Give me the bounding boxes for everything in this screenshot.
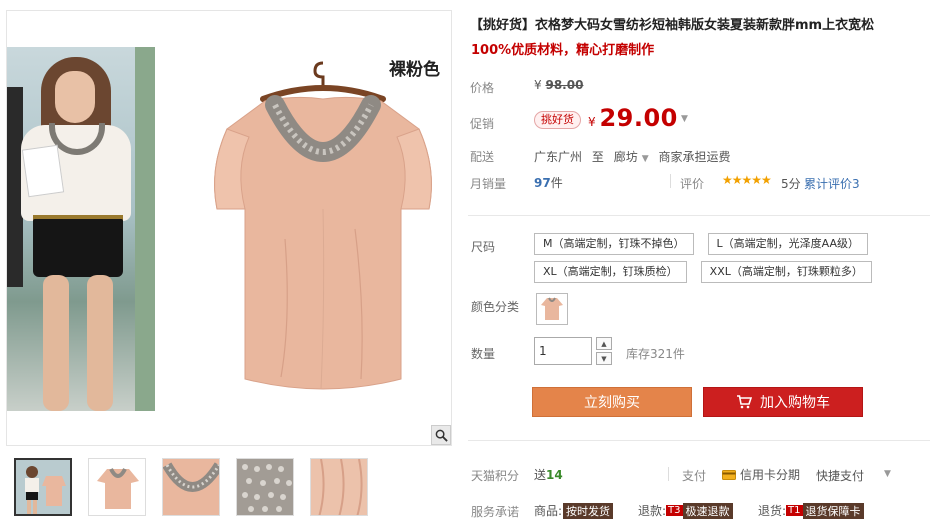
size-options: M（高端定制，钉珠不掉色） L（高端定制，光泽度AA级） XL（高端定制，钉珠质… [534, 233, 874, 283]
thumbnail-front[interactable] [88, 458, 146, 516]
size-option-m[interactable]: M（高端定制，钉珠不掉色） [534, 233, 694, 255]
ship-destination-select[interactable]: 廊坊 [614, 150, 638, 164]
chevron-down-icon[interactable]: ▼ [884, 469, 891, 479]
shipping-info: 广东广州 至 廊坊 ▼ 商家承担运费 [534, 148, 730, 165]
promo-badge: 挑好货 [534, 111, 581, 129]
service-item-return[interactable]: 退货: T1 退货保障卡 [758, 502, 864, 519]
points-value: 送14 [534, 468, 563, 482]
size-option-l[interactable]: L（高端定制，光泽度AA级） [707, 233, 868, 255]
thumbnail-beads[interactable] [236, 458, 294, 516]
ship-to-word: 至 [591, 150, 604, 164]
services-label: 服务承诺 [471, 505, 520, 519]
color-name-tag: 裸粉色 [389, 60, 440, 80]
thumbnail-model[interactable] [14, 458, 72, 516]
size-option-xl[interactable]: XL（高端定制，钉珠质检） [534, 261, 687, 283]
quantity-decrease-button[interactable]: ▼ [596, 352, 612, 365]
price-label: 价格 [470, 81, 495, 95]
zoom-button[interactable] [431, 425, 451, 445]
size-option-xxl[interactable]: XXL（高端定制，钉珠颗粒多） [700, 261, 872, 283]
color-label: 颜色分类 [471, 300, 520, 314]
thumbnail-collar[interactable] [162, 458, 220, 516]
buy-now-button[interactable]: 立刻购买 [532, 387, 692, 417]
product-title: 【挑好货】衣格梦大码女雪纺衫短袖韩版女装夏装新款胖mm上衣宽松 [470, 18, 875, 33]
payment-label: 支付 [682, 469, 707, 483]
blouse-photo [214, 61, 432, 390]
installment-link[interactable]: 信用卡分期 [722, 466, 800, 483]
service-item-ship[interactable]: 商品: 按时发货 [534, 502, 614, 519]
chevron-up-icon: ▲ [601, 339, 607, 348]
rating-score: 5分 [781, 177, 801, 191]
thumbnail-strip [14, 458, 368, 518]
chevron-down-icon: ▼ [601, 354, 607, 363]
promo-price: ¥ 29.00 [588, 104, 678, 132]
service-item-refund[interactable]: 退款: T3 极速退款 [638, 502, 733, 519]
shipping-label: 配送 [470, 150, 495, 164]
ship-fee-note: 商家承担运费 [658, 150, 731, 164]
rating-label: 评价 [680, 177, 705, 191]
quantity-input[interactable] [534, 337, 592, 365]
product-subtitle: 100%优质材料，精心打磨制作 [471, 43, 655, 58]
points-label: 天猫积分 [471, 469, 520, 483]
thumbnail-fabric[interactable] [310, 458, 368, 516]
quantity-increase-button[interactable]: ▲ [596, 337, 612, 350]
cart-icon [737, 395, 752, 409]
chevron-down-icon[interactable]: ▼ [642, 154, 649, 164]
quick-pay-link[interactable]: 快捷支付 [816, 467, 864, 484]
image-gallery: 裸粉色 [6, 10, 452, 446]
reviews-link[interactable]: 累计评价3 [804, 175, 860, 192]
color-swatch-nude-pink[interactable] [536, 293, 568, 325]
chevron-down-icon[interactable]: ▼ [681, 114, 688, 124]
sales-label: 月销量 [470, 177, 507, 191]
quantity-label: 数量 [471, 347, 496, 361]
size-label: 尺码 [471, 240, 496, 254]
magnifier-icon [435, 429, 448, 442]
model-photo [7, 47, 155, 411]
original-price: ¥ 98.00 [534, 78, 584, 92]
price-panel: 价格 ¥ 98.00 促销 挑好货 ¥ 29.00 ▼ 配送 广东广州 至 廊坊… [470, 68, 930, 206]
rating-stars: ★★★★★ [722, 173, 772, 187]
credit-card-icon [722, 469, 736, 480]
add-to-cart-button[interactable]: 加入购物车 [703, 387, 863, 417]
ship-from: 广东广州 [534, 150, 583, 164]
stock-count: 库存321件 [626, 347, 685, 361]
sales-count: 97件 [534, 176, 563, 190]
promo-label: 促销 [470, 117, 495, 131]
